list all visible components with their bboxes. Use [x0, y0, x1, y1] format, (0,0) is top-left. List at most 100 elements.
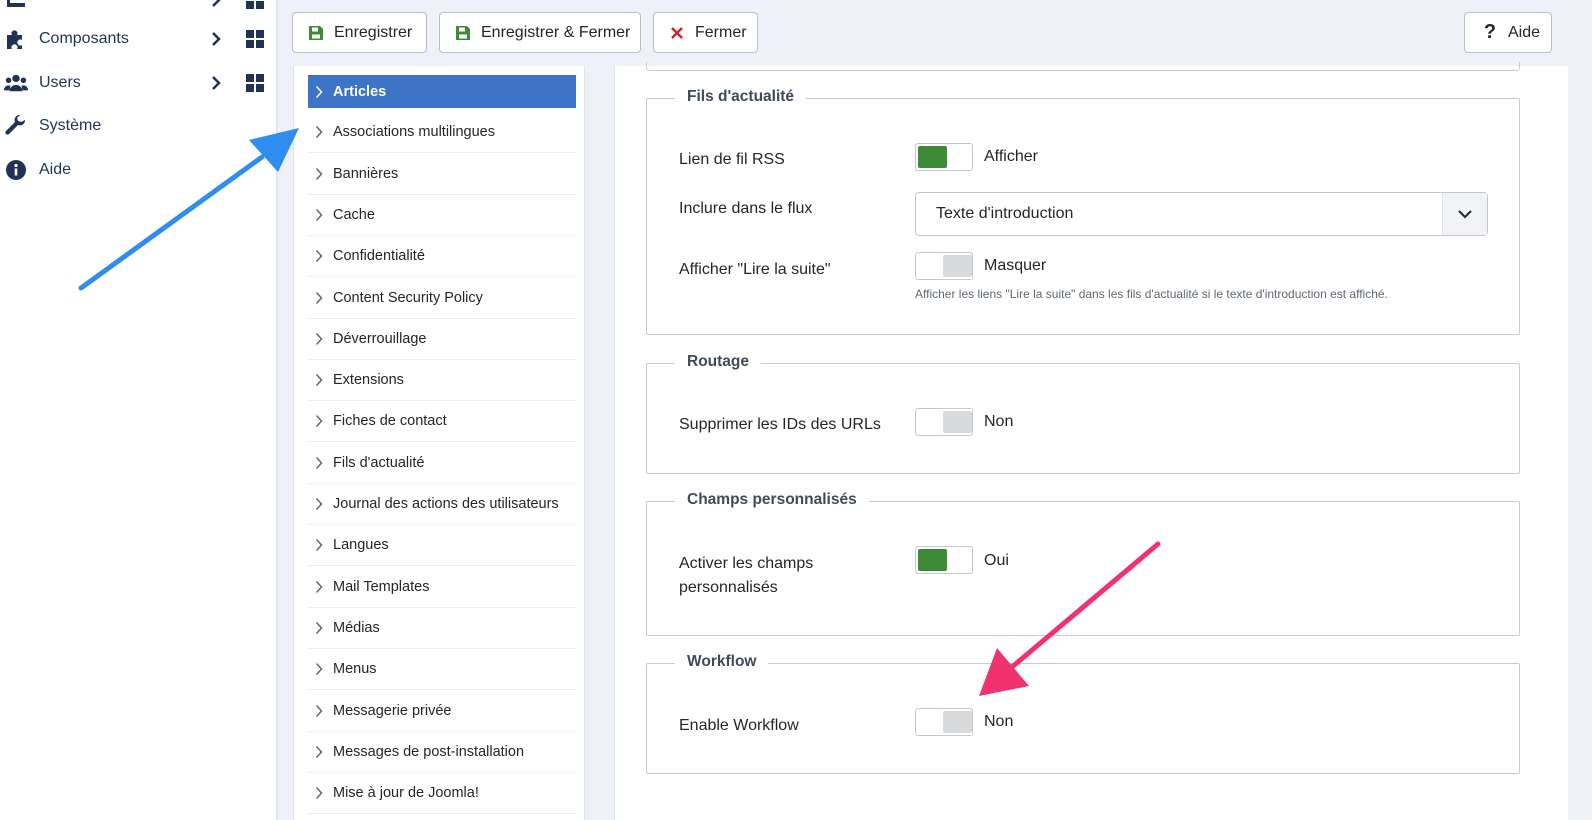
- previous-fieldset-bottom: [646, 62, 1520, 71]
- toolbar: Enregistrer Enregistrer & Fermer Fermer …: [278, 0, 1592, 66]
- help-button-label: Aide: [1508, 23, 1541, 41]
- chevron-right-icon: [310, 619, 328, 637]
- users-icon: [4, 71, 28, 95]
- tab-item[interactable]: Confidentialité: [308, 236, 576, 278]
- chevron-right-icon: [310, 495, 328, 513]
- readmore-switch[interactable]: [915, 252, 973, 280]
- chevron-right-icon: [208, 73, 224, 93]
- list-icon: [4, 0, 28, 12]
- tab-label: Mail Templates: [333, 578, 430, 595]
- save-button-label: Enregistrer: [334, 23, 413, 41]
- sidebar-item-label: Système: [39, 117, 102, 134]
- tab-item[interactable]: Associations multilingues: [308, 112, 576, 154]
- chevron-right-icon: [310, 371, 328, 389]
- tab-label: Extensions: [333, 372, 404, 389]
- sidebar-item-users[interactable]: Users: [0, 61, 276, 105]
- tab-label: Fils d'actualité: [333, 454, 425, 471]
- sidebar-item-label: Aide: [39, 161, 72, 178]
- tab-label: Confidentialité: [333, 248, 425, 265]
- tab-label: Mise à jour de Joomla!: [333, 785, 479, 802]
- tab-item[interactable]: Journal des actions des utilisateurs: [308, 484, 576, 525]
- save-button[interactable]: Enregistrer: [292, 12, 427, 53]
- chevron-right-icon: [310, 165, 328, 183]
- chevron-right-icon: [310, 289, 328, 307]
- save-icon: [454, 24, 472, 42]
- sidebar-item-systeme[interactable]: Système: [0, 104, 276, 148]
- save-close-button[interactable]: Enregistrer & Fermer: [439, 12, 641, 53]
- tab-item[interactable]: Langues: [308, 525, 576, 567]
- dashboard-grid-icon[interactable]: [246, 30, 264, 48]
- remove-ids-label: Supprimer les IDs des URLs: [679, 416, 881, 433]
- fieldset-workflow: Workflow Enable Workflow Non: [646, 653, 1520, 774]
- readmore-value: Masquer: [984, 257, 1047, 274]
- enable-custom-fields-switch[interactable]: [915, 546, 973, 574]
- readmore-description: Afficher les liens "Lire la suite" dans …: [915, 287, 1388, 301]
- tab-item[interactable]: Bannières: [308, 154, 576, 195]
- close-button[interactable]: Fermer: [653, 12, 758, 53]
- chevron-right-icon: [310, 578, 328, 596]
- tab-label: Bannières: [333, 165, 399, 182]
- chevron-right-icon: [310, 660, 328, 678]
- tab-label: Déverrouillage: [333, 330, 427, 347]
- info-icon: [4, 158, 28, 182]
- tab-item[interactable]: Cache: [308, 195, 576, 236]
- question-icon: ?: [1483, 21, 1497, 43]
- tab-articles[interactable]: Articles: [308, 75, 576, 108]
- sidebar-item-aide[interactable]: Aide: [0, 148, 276, 192]
- wrench-icon: [4, 114, 28, 138]
- tab-label: Langues: [333, 537, 389, 554]
- remove-ids-switch[interactable]: [915, 408, 973, 436]
- include-in-feed-label: Inclure dans le flux: [679, 200, 813, 217]
- tab-item[interactable]: Content Security Policy: [308, 278, 576, 319]
- fieldset-feeds: Fils d'actualité Lien de fil RSS Affiche…: [646, 88, 1520, 335]
- readmore-label: Afficher "Lire la suite": [679, 261, 831, 278]
- chevron-right-icon: [310, 743, 328, 761]
- tab-item[interactable]: Menus: [308, 649, 576, 691]
- chevron-down-icon[interactable]: [1442, 193, 1487, 235]
- fieldset-legend: Champs personnalisés: [675, 491, 869, 509]
- enable-custom-fields-value: Oui: [984, 552, 1009, 569]
- sidebar-item-label: Composants: [39, 30, 129, 47]
- save-icon: [307, 24, 325, 42]
- tab-item[interactable]: Fiches de contact: [308, 401, 576, 443]
- tab-label: Associations multilingues: [333, 124, 495, 141]
- tab-item[interactable]: Extensions: [308, 360, 576, 402]
- close-button-label: Fermer: [695, 23, 747, 41]
- chevron-right-icon: [310, 784, 328, 802]
- dashboard-grid-icon[interactable]: [246, 0, 264, 9]
- chevron-right-icon: [208, 0, 224, 10]
- fieldset-legend: Routage: [675, 353, 761, 371]
- tab-item[interactable]: Messagerie privée: [308, 691, 576, 732]
- include-in-feed-select[interactable]: Texte d'introduction: [915, 192, 1488, 236]
- rss-link-switch[interactable]: [915, 143, 973, 171]
- tab-item[interactable]: Mail Templates: [308, 567, 576, 608]
- rss-link-label: Lien de fil RSS: [679, 151, 785, 168]
- fieldset-custom-fields: Champs personnalisés Activer les champs …: [646, 491, 1520, 636]
- fieldset-legend: Workflow: [675, 653, 769, 671]
- chevron-right-icon: [310, 247, 328, 265]
- tab-label: Messages de post-installation: [333, 743, 525, 760]
- sidebar-item-composants[interactable]: Composants: [0, 17, 276, 61]
- tab-label: Journal des actions des utilisateurs: [333, 496, 559, 512]
- puzzle-icon: [4, 27, 28, 51]
- tab-label: Articles: [333, 83, 387, 100]
- tab-item[interactable]: Médias: [308, 608, 576, 649]
- rss-link-value: Afficher: [984, 148, 1038, 165]
- tab-label: Cache: [333, 206, 375, 223]
- sidebar-item-label: Users: [39, 74, 81, 91]
- tab-item[interactable]: Fils d'actualité: [308, 443, 576, 484]
- tab-item[interactable]: Mise à jour de Joomla!: [308, 773, 576, 815]
- tab-item[interactable]: Messages de post-installation: [308, 732, 576, 773]
- enable-workflow-switch[interactable]: [915, 708, 973, 736]
- chevron-right-icon: [310, 123, 328, 141]
- tab-label: Fiches de contact: [333, 413, 447, 430]
- fieldset-routing: Routage Supprimer les IDs des URLs Non: [646, 353, 1520, 474]
- tab-label: Messagerie privée: [333, 702, 452, 719]
- dashboard-grid-icon[interactable]: [246, 74, 264, 92]
- close-icon: [668, 24, 686, 42]
- tab-item[interactable]: Déverrouillage: [308, 319, 576, 360]
- chevron-right-icon: [310, 412, 328, 430]
- remove-ids-value: Non: [984, 413, 1014, 430]
- chevron-right-icon: [310, 454, 328, 472]
- help-button[interactable]: ? Aide: [1464, 12, 1552, 53]
